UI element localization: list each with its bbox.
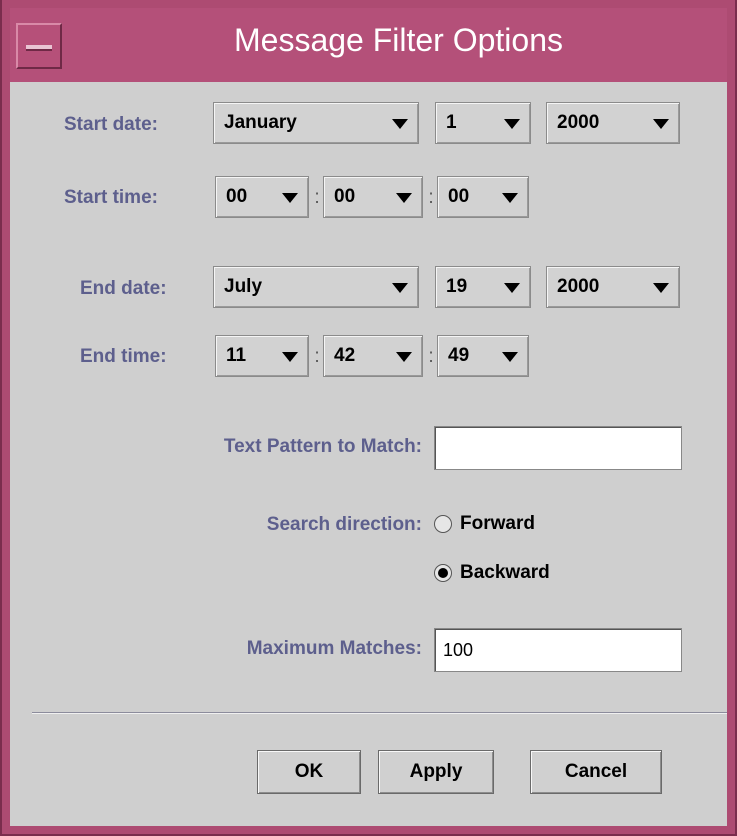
end-second-select[interactable]: 49 xyxy=(437,335,529,377)
start-second-select[interactable]: 00 xyxy=(437,176,529,218)
apply-button[interactable]: Apply xyxy=(378,750,494,794)
forward-radio[interactable] xyxy=(434,515,452,533)
window-menu-button[interactable] xyxy=(16,23,62,69)
max-matches-value: 100 xyxy=(443,640,474,660)
chevron-down-icon xyxy=(653,283,669,293)
start-month-select[interactable]: January xyxy=(213,102,419,144)
start-second-value: 00 xyxy=(448,186,470,207)
end-year-value: 2000 xyxy=(557,276,600,297)
time-colon: : xyxy=(428,346,434,367)
max-matches-input[interactable]: 100 xyxy=(434,628,682,672)
end-minute-value: 42 xyxy=(334,345,356,366)
time-colon: : xyxy=(428,187,434,208)
time-colon: : xyxy=(314,346,320,367)
start-month-value: January xyxy=(224,112,297,133)
chevron-down-icon xyxy=(504,283,520,293)
end-day-value: 19 xyxy=(446,276,468,297)
start-year-select[interactable]: 2000 xyxy=(546,102,680,144)
start-hour-value: 00 xyxy=(226,186,248,207)
end-time-label: End time: xyxy=(80,346,167,367)
start-year-value: 2000 xyxy=(557,112,600,133)
chevron-down-icon xyxy=(392,119,408,129)
chevron-down-icon xyxy=(504,119,520,129)
chevron-down-icon xyxy=(502,352,518,362)
end-month-value: July xyxy=(224,276,263,297)
separator xyxy=(32,712,727,714)
start-time-label: Start time: xyxy=(64,187,158,208)
window-menu-icon xyxy=(26,45,52,51)
start-day-select[interactable]: 1 xyxy=(435,102,531,144)
end-month-select[interactable]: July xyxy=(213,266,419,308)
chevron-down-icon xyxy=(396,193,412,203)
backward-label[interactable]: Backward xyxy=(460,562,550,584)
end-date-label: End date: xyxy=(80,278,167,299)
start-minute-select[interactable]: 00 xyxy=(323,176,423,218)
end-second-value: 49 xyxy=(448,345,470,366)
chevron-down-icon xyxy=(653,119,669,129)
chevron-down-icon xyxy=(502,193,518,203)
ok-button[interactable]: OK xyxy=(257,750,361,794)
pattern-input[interactable] xyxy=(434,426,682,470)
pattern-label: Text Pattern to Match: xyxy=(223,436,422,457)
search-direction-label: Search direction: xyxy=(266,514,422,535)
start-day-value: 1 xyxy=(446,112,457,133)
chevron-down-icon xyxy=(392,283,408,293)
radio-selected-icon xyxy=(438,568,448,578)
chevron-down-icon xyxy=(396,352,412,362)
dialog-window: Message Filter Options Start date: Janua… xyxy=(0,0,737,836)
max-matches-label: Maximum Matches: xyxy=(246,638,422,659)
end-day-select[interactable]: 19 xyxy=(435,266,531,308)
start-hour-select[interactable]: 00 xyxy=(215,176,309,218)
cancel-button[interactable]: Cancel xyxy=(530,750,662,794)
chevron-down-icon xyxy=(282,352,298,362)
forward-label[interactable]: Forward xyxy=(460,513,535,535)
chevron-down-icon xyxy=(282,193,298,203)
time-colon: : xyxy=(314,187,320,208)
start-minute-value: 00 xyxy=(334,186,356,207)
end-hour-value: 11 xyxy=(226,345,247,366)
title-bar[interactable]: Message Filter Options xyxy=(10,8,727,82)
backward-radio[interactable] xyxy=(434,564,452,582)
end-hour-select[interactable]: 11 xyxy=(215,335,309,377)
start-date-label: Start date: xyxy=(64,114,158,135)
window-title: Message Filter Options xyxy=(233,22,563,58)
end-year-select[interactable]: 2000 xyxy=(546,266,680,308)
end-minute-select[interactable]: 42 xyxy=(323,335,423,377)
dialog-body: Start date: January 1 2000 Start time: 0… xyxy=(10,82,727,826)
